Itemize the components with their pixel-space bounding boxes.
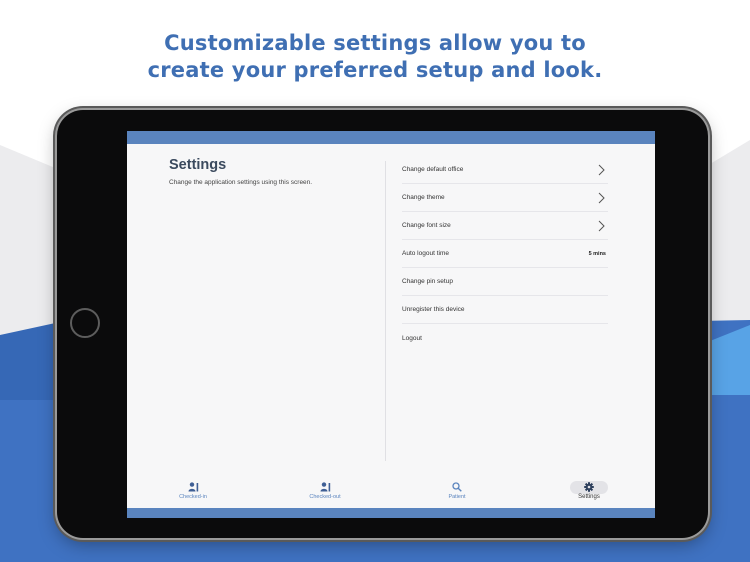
setting-change-theme[interactable]: Change theme [402, 184, 608, 212]
setting-unregister-device[interactable]: Unregister this device [402, 296, 608, 324]
home-button[interactable] [70, 308, 100, 338]
auto-logout-value: 5 mins [588, 250, 606, 257]
setting-label: Logout [402, 334, 422, 342]
tab-settings[interactable]: Settings [544, 479, 634, 500]
setting-auto-logout-time[interactable]: Auto logout time 5 mins [402, 240, 608, 268]
setting-logout[interactable]: Logout [402, 324, 608, 352]
headline: Customizable settings allow you to creat… [0, 30, 750, 84]
settings-header: Settings Change the application settings… [169, 157, 312, 186]
app-screen: Settings Change the application settings… [127, 131, 655, 518]
settings-list: Change default office Change theme Chang… [402, 156, 608, 352]
chevron-right-icon [598, 164, 605, 176]
checked-out-icon [320, 482, 330, 492]
bottom-bar [127, 508, 655, 518]
setting-change-pin-setup[interactable]: Change pin setup [402, 268, 608, 296]
headline-line-1: Customizable settings allow you to [164, 31, 586, 55]
tab-checked-in[interactable]: Checked-in [148, 479, 238, 500]
setting-label: Change theme [402, 194, 445, 201]
setting-change-font-size[interactable]: Change font size [402, 212, 608, 240]
top-bar [127, 131, 655, 144]
setting-label: Change font size [402, 222, 451, 229]
gear-icon [584, 482, 594, 492]
tab-label: Patient [448, 494, 466, 500]
pane-divider [385, 161, 386, 461]
setting-label: Change pin setup [402, 278, 453, 285]
headline-line-2: create your preferred setup and look. [147, 58, 603, 82]
tab-label: Checked-out [309, 494, 341, 500]
setting-change-default-office[interactable]: Change default office [402, 156, 608, 184]
chevron-right-icon [598, 220, 605, 232]
setting-label: Unregister this device [402, 306, 465, 313]
search-icon [452, 482, 462, 492]
page-title: Settings [169, 157, 227, 173]
tab-label: Settings [578, 494, 600, 500]
setting-label: Auto logout time [402, 250, 449, 257]
tab-bar: Checked-in Checked-out Patient Settings [127, 479, 655, 507]
tab-checked-out[interactable]: Checked-out [280, 479, 370, 500]
page-subtitle: Change the application settings using th… [169, 179, 313, 186]
chevron-right-icon [598, 192, 605, 204]
checked-in-icon [188, 482, 198, 492]
tab-patient[interactable]: Patient [412, 479, 502, 500]
setting-label: Change default office [402, 166, 464, 173]
tab-label: Checked-in [179, 494, 207, 500]
